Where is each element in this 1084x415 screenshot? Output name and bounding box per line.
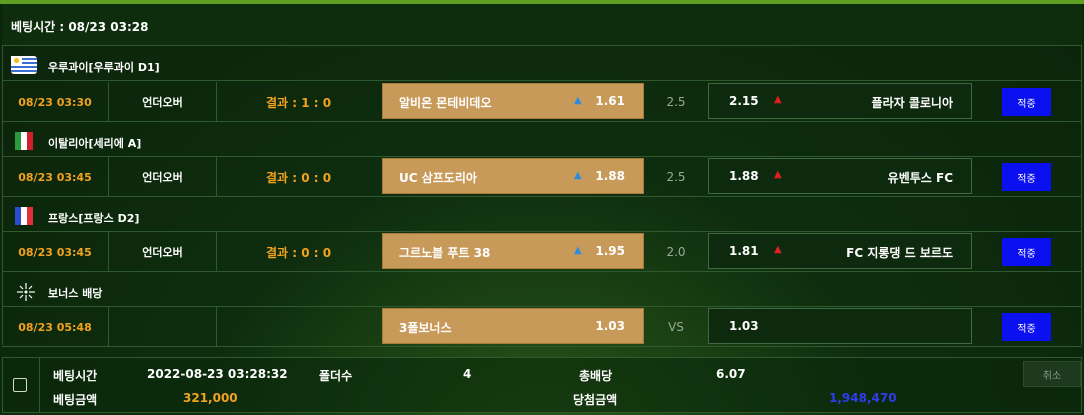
home-team-name: 알비온 몬테비데오 — [399, 96, 492, 110]
away-team-odds-box: 2.15 ▲ 플라자 콜로니아 — [708, 83, 972, 119]
bonus-sparkle-icon — [17, 283, 35, 301]
away-team-odds-box: 1.81 ▲ FC 지롱댕 드 보르도 — [708, 233, 972, 269]
bet-amount-label: 베팅금액 — [53, 393, 98, 407]
home-team-odds-box: UC 삼프도리아 ▲ 1.88 — [382, 158, 644, 194]
bet-amount-value: 321,000 — [183, 391, 238, 405]
away-team-name: 플라자 콜로니아 — [871, 96, 953, 110]
bet-header: 베팅시간 : 08/23 03:28 — [2, 4, 1082, 46]
odds-up-arrow-icon: ▲ — [774, 169, 782, 180]
away-team-odds-box: 1.03 — [708, 308, 972, 344]
odds-up-arrow-icon: ▲ — [574, 95, 582, 106]
league-name: 프랑스[프랑스 D2] — [48, 212, 140, 225]
italy-flag-icon — [15, 132, 33, 150]
result-hit-button[interactable]: 적중 — [1002, 88, 1051, 116]
bet-history-panel: 베팅시간 : 08/23 03:28 우루과이[우루과이 D1] 08/23 0… — [0, 0, 1084, 415]
slip-divider — [39, 358, 40, 412]
result-hit-button[interactable]: 적중 — [1002, 163, 1051, 191]
away-team-odds-box: 1.88 ▲ 유벤투스 FC — [708, 158, 972, 194]
home-team-odds-box: 그르노블 푸트 38 ▲ 1.95 — [382, 233, 644, 269]
folder-count-label: 폴더수 — [319, 369, 353, 383]
away-team-name: 유벤투스 FC — [887, 171, 953, 185]
odds-up-arrow-icon: ▲ — [774, 244, 782, 255]
league-name: 이탈리아[세리에 A] — [48, 137, 142, 150]
select-bet-checkbox[interactable] — [13, 378, 27, 392]
home-team-odds-box: 알비온 몬테비데오 ▲ 1.61 — [382, 83, 644, 119]
handicap-value: 2.0 — [666, 245, 686, 259]
match-row: 08/23 05:48 3폴보너스 1.03 VS 1.03 적중 — [2, 307, 1082, 347]
match-time: 08/23 03:45 — [2, 232, 109, 272]
home-team-odds-box: 3폴보너스 1.03 — [382, 308, 644, 344]
league-header-uruguay: 우루과이[우루과이 D1] — [2, 47, 1082, 81]
odds-up-arrow-icon: ▲ — [574, 245, 582, 256]
match-result: 결과 : 0 : 0 — [265, 245, 332, 260]
total-odds-value: 6.07 — [716, 367, 746, 381]
bet-type: 언더오버 — [109, 82, 217, 122]
match-row: 08/23 03:45 언더오버 결과 : 0 : 0 UC 삼프도리아 ▲ 1… — [2, 157, 1082, 197]
league-header-italy: 이탈리아[세리에 A] — [2, 123, 1082, 157]
win-amount-label: 당첨금액 — [573, 393, 618, 407]
handicap-value: VS — [668, 320, 684, 334]
home-odds: 1.03 — [595, 319, 625, 333]
away-team-name: FC 지롱댕 드 보르도 — [846, 246, 953, 260]
home-team-name: 3폴보너스 — [399, 321, 452, 335]
total-odds-label: 총배당 — [579, 369, 613, 383]
bet-time-title: 베팅시간 : 08/23 03:28 — [11, 20, 149, 34]
handicap-value: 2.5 — [666, 95, 686, 109]
home-odds: 1.61 — [595, 94, 625, 108]
bet-type: 언더오버 — [109, 157, 217, 197]
match-result: 결과 : 0 : 0 — [265, 170, 332, 185]
bet-type — [109, 307, 217, 347]
away-odds: 1.03 — [729, 319, 759, 333]
folder-count-value: 4 — [463, 367, 472, 381]
away-odds: 1.88 — [729, 169, 759, 183]
home-odds: 1.95 — [595, 244, 625, 258]
match-result: 결과 : 1 : 0 — [265, 95, 332, 110]
handicap-value: 2.5 — [666, 170, 686, 184]
bet-time-value: 2022-08-23 03:28:32 — [147, 367, 288, 381]
bet-slip-summary: 베팅시간 2022-08-23 03:28:32 폴더수 4 총배당 6.07 … — [2, 357, 1082, 413]
result-hit-button[interactable]: 적중 — [1002, 313, 1051, 341]
odds-up-arrow-icon: ▲ — [574, 170, 582, 181]
odds-up-arrow-icon: ▲ — [774, 94, 782, 105]
result-hit-button[interactable]: 적중 — [1002, 238, 1051, 266]
home-odds: 1.88 — [595, 169, 625, 183]
uruguay-flag-icon — [11, 56, 37, 74]
away-odds: 1.81 — [729, 244, 759, 258]
match-time: 08/23 03:45 — [2, 157, 109, 197]
league-header-bonus: 보너스 배당 — [2, 273, 1082, 307]
away-odds: 2.15 — [729, 94, 759, 108]
home-team-name: UC 삼프도리아 — [399, 171, 477, 185]
win-amount-value: 1,948,470 — [829, 391, 897, 405]
france-flag-icon — [15, 207, 33, 225]
league-name: 보너스 배당 — [48, 287, 103, 300]
league-header-france: 프랑스[프랑스 D2] — [2, 198, 1082, 232]
bet-time-label: 베팅시간 — [53, 369, 98, 383]
match-time: 08/23 03:30 — [2, 82, 109, 122]
match-row: 08/23 03:30 언더오버 결과 : 1 : 0 알비온 몬테비데오 ▲ … — [2, 82, 1082, 122]
match-time: 08/23 05:48 — [2, 307, 109, 347]
home-team-name: 그르노블 푸트 38 — [399, 246, 491, 260]
match-row: 08/23 03:45 언더오버 결과 : 0 : 0 그르노블 푸트 38 ▲… — [2, 232, 1082, 272]
cancel-bet-button[interactable]: 취소 — [1023, 361, 1081, 387]
bet-type: 언더오버 — [109, 232, 217, 272]
match-result — [217, 307, 380, 347]
league-name: 우루과이[우루과이 D1] — [48, 61, 160, 74]
